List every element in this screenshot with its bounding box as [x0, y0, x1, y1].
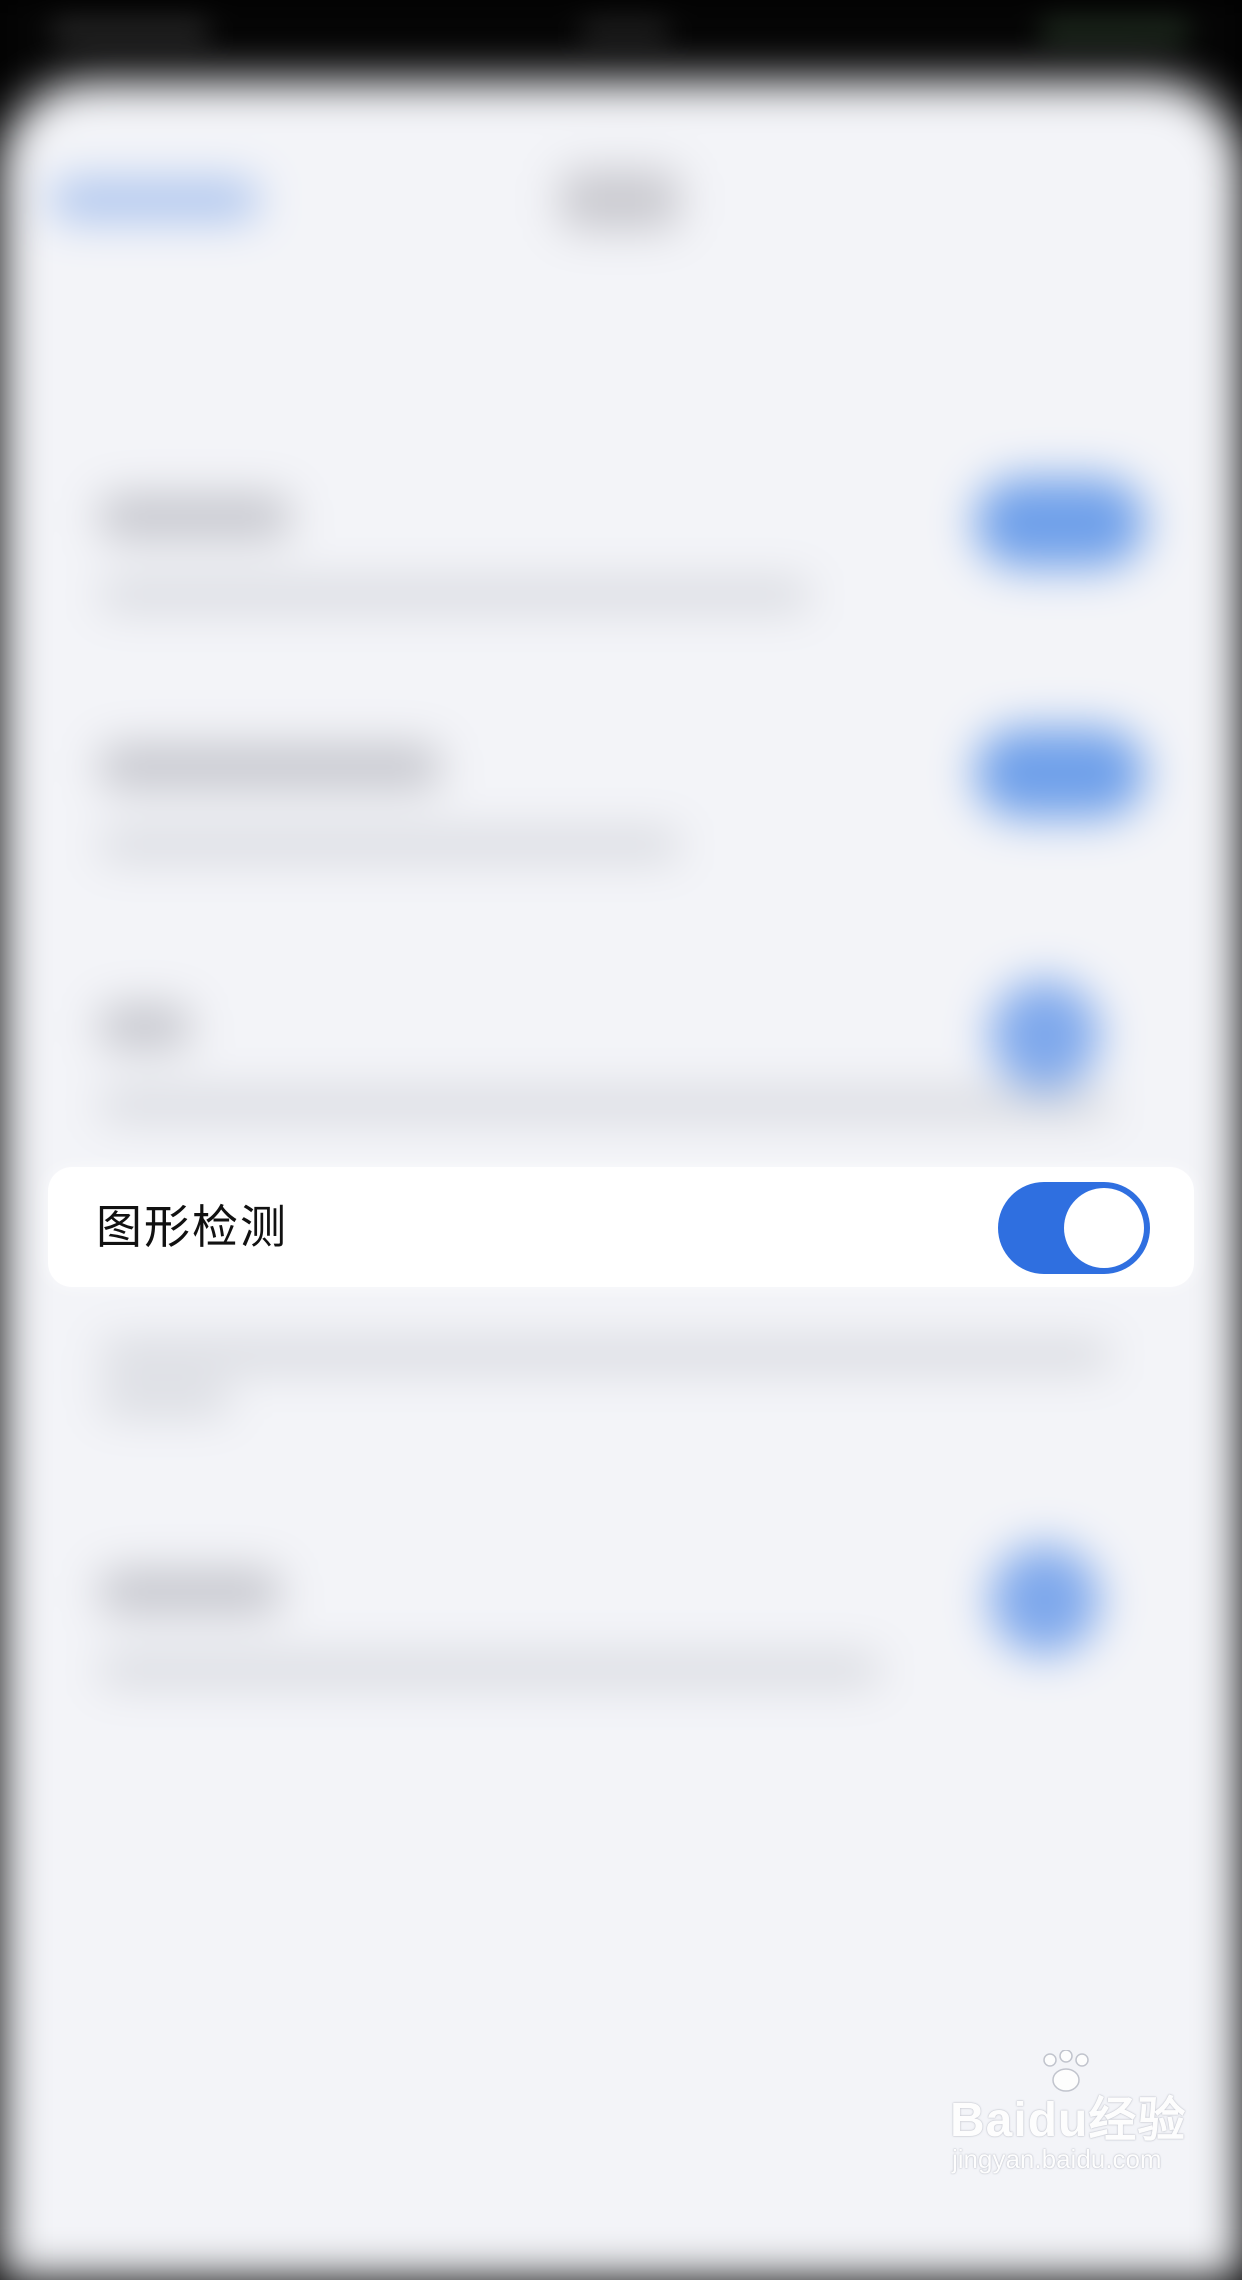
status-time-placeholder: [50, 20, 210, 42]
toggle-knob: [1064, 1188, 1144, 1268]
graphic-detection-setting-card: 图形检测: [48, 1167, 1194, 1287]
graphic-detection-label: 图形检测: [96, 1200, 288, 1254]
watermark-brand: Baidu经验: [950, 2094, 1187, 2147]
status-notch-placeholder: [580, 20, 670, 42]
baidu-jingyan-watermark: Baidu经验 jingyan.baidu.com: [950, 2050, 1190, 2190]
status-battery-placeholder: [1040, 18, 1190, 44]
watermark-url: jingyan.baidu.com: [952, 2144, 1162, 2174]
back-button-blurred: [50, 180, 260, 220]
graphic-detection-toggle[interactable]: [998, 1182, 1150, 1274]
page-title-blurred: [560, 170, 680, 230]
